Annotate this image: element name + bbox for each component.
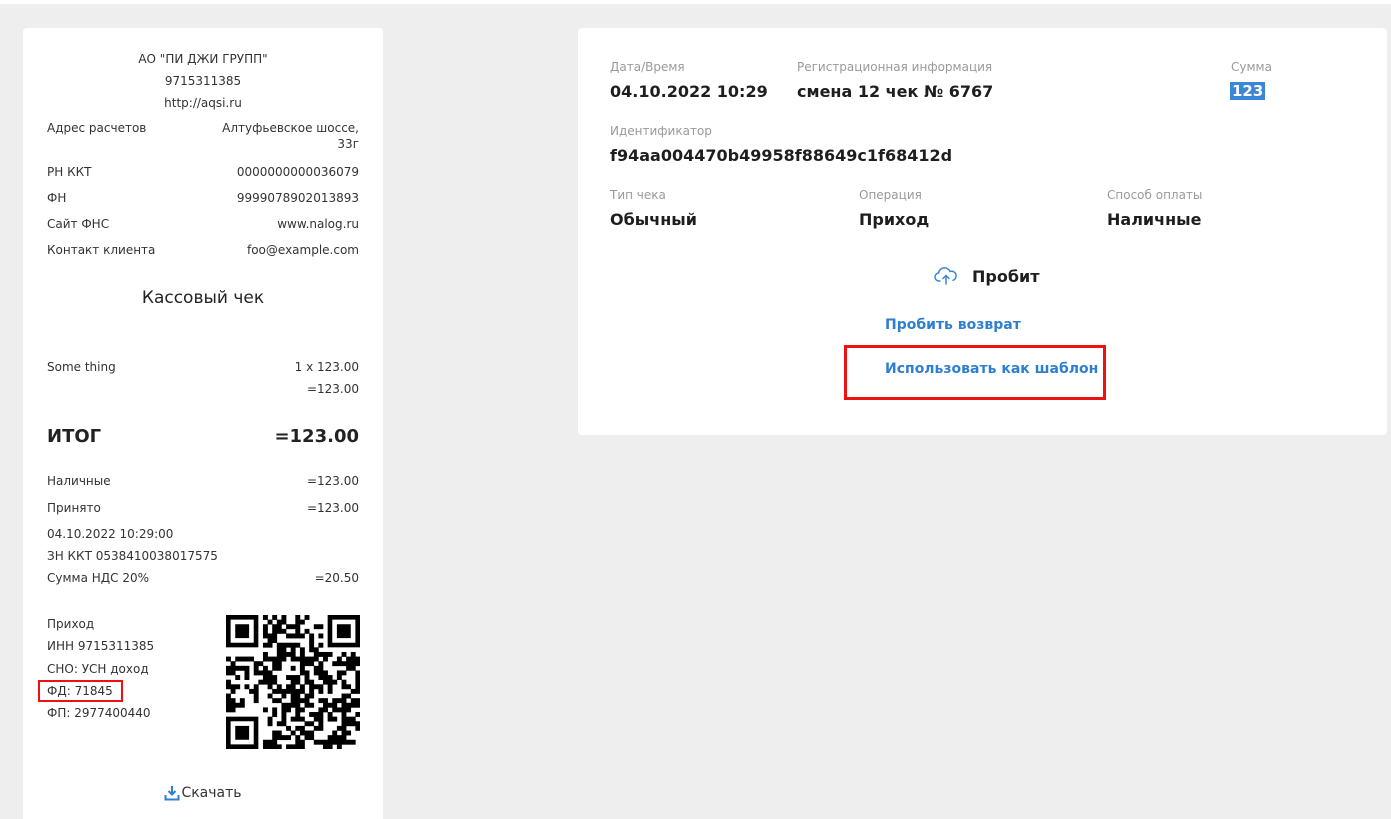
item-row: Some thing 1 x 123.00 — [47, 359, 359, 375]
vat-row: Сумма НДС 20% =20.50 — [47, 570, 359, 586]
field-value: 0000000000036079 — [236, 165, 359, 179]
status-indicator: Пробит — [934, 266, 1040, 286]
address-line1: Алтуфьевское шоссе, — [222, 121, 359, 135]
status-text: Пробит — [972, 266, 1040, 286]
top-bar — [0, 0, 1391, 4]
fd-highlight-box — [38, 680, 123, 702]
field-client-contact: Контакт клиента foo@example.com — [47, 242, 359, 258]
field-value: foo@example.com — [246, 243, 359, 257]
field-value: 9999078902013893 — [236, 191, 359, 205]
receipt-title: Кассовый чек — [141, 288, 265, 308]
download-label: Скачать — [181, 785, 242, 801]
field-label: Адрес расчетов — [47, 121, 147, 135]
sum-value: 123 — [1230, 82, 1266, 100]
identifier-label: Идентификатор — [610, 124, 712, 138]
company-name: АО "ПИ ДЖИ ГРУПП" — [138, 52, 268, 66]
template-highlight-box — [844, 345, 1106, 400]
payment-label: Принято — [47, 501, 101, 515]
field-label: Сайт ФНС — [47, 217, 110, 231]
total-value: =123.00 — [274, 426, 359, 447]
payment-value: =123.00 — [306, 474, 359, 488]
receipt-panel: АО "ПИ ДЖИ ГРУПП" 9715311385 http://aqsi… — [23, 28, 383, 819]
total-label: ИТОГ — [47, 426, 102, 447]
field-fn: ФН 9999078902013893 — [47, 190, 359, 206]
receipt-datetime: 04.10.2022 10:29:00 — [47, 527, 174, 541]
cloud-upload-icon — [934, 267, 957, 285]
footer-fp: ФП: 2977400440 — [47, 706, 151, 720]
company-site: http://aqsi.ru — [164, 96, 242, 110]
field-address: Адрес расчетов Алтуфьевское шоссе, 33г — [47, 120, 359, 152]
download-button[interactable]: Скачать — [23, 785, 383, 801]
item-qty-price: 1 x 123.00 — [294, 360, 359, 374]
receipt-info-card: Дата/Время 04.10.2022 10:29 Регистрацион… — [578, 28, 1387, 435]
field-label: ФН — [47, 191, 67, 205]
receipt-type-label: Тип чека — [610, 188, 666, 202]
receipt-zn-kkt: ЗН ККТ 0538410038017575 — [47, 549, 218, 563]
vat-value: =20.50 — [314, 571, 359, 585]
field-label: РН ККТ — [47, 165, 92, 179]
item-sum: =123.00 — [306, 382, 359, 396]
field-rn-kkt: РН ККТ 0000000000036079 — [47, 164, 359, 180]
datetime-label: Дата/Время — [610, 60, 685, 74]
footer-inn: ИНН 9715311385 — [47, 639, 155, 653]
address-line2: 33г — [337, 137, 359, 151]
payment-cash: Наличные =123.00 — [47, 473, 359, 489]
field-label: Контакт клиента — [47, 243, 156, 257]
qr-code — [226, 615, 360, 749]
sum-label: Сумма — [1231, 60, 1272, 74]
reg-info-value: смена 12 чек № 6767 — [797, 82, 994, 101]
item-name: Some thing — [47, 360, 116, 374]
payment-label: Наличные — [47, 474, 111, 488]
footer-operation: Приход — [47, 617, 95, 631]
field-value: www.nalog.ru — [277, 217, 359, 231]
reg-info-label: Регистрационная информация — [797, 60, 993, 74]
company-inn: 9715311385 — [164, 74, 242, 88]
identifier-value: f94aa004470b49958f88649c1f68412d — [610, 146, 953, 165]
receipt-type-value: Обычный — [610, 210, 697, 229]
payment-method-label: Способ оплаты — [1107, 188, 1203, 202]
vat-label: Сумма НДС 20% — [47, 571, 150, 585]
payment-received: Принято =123.00 — [47, 500, 359, 516]
payment-value: =123.00 — [306, 501, 359, 515]
field-value: Алтуфьевское шоссе, 33г — [222, 120, 359, 152]
datetime-value: 04.10.2022 10:29 — [610, 82, 768, 101]
refund-link[interactable]: Пробить возврат — [885, 317, 1021, 333]
operation-label: Операция — [859, 188, 922, 202]
footer-sno: СНО: УСН доход — [47, 662, 149, 676]
download-icon — [164, 786, 180, 801]
payment-method-value: Наличные — [1107, 210, 1202, 229]
item-sum-row: =123.00 — [47, 381, 359, 397]
total-row: ИТОГ =123.00 — [47, 426, 359, 447]
field-fns-site: Сайт ФНС www.nalog.ru — [47, 216, 359, 232]
operation-value: Приход — [859, 210, 930, 229]
